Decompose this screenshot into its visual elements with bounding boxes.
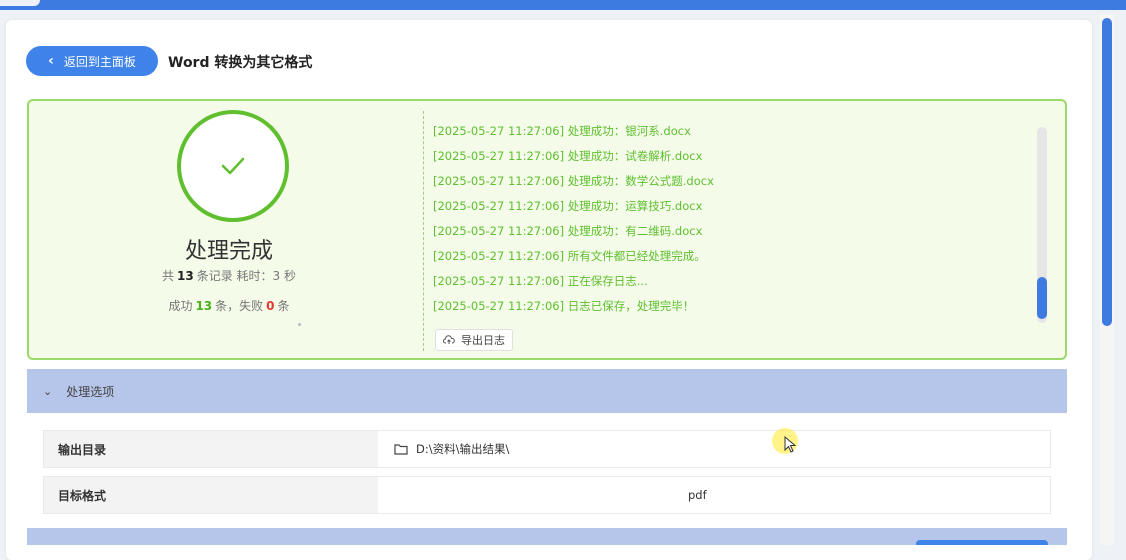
top-accent-bar (0, 0, 1126, 10)
options-body: 输出目录 D:\资料\输出结果\ 目标格式 pdf (27, 414, 1067, 530)
export-log-button[interactable]: 导出日志 (435, 329, 513, 351)
target-format-label: 目标格式 (44, 477, 378, 513)
back-to-dashboard-button[interactable]: ‹ 返回到主面板 (26, 46, 158, 76)
log-line: [2025-05-27 11:27:06] 处理成功：运算技巧.docx (433, 199, 703, 213)
target-format-value: pdf (688, 488, 707, 502)
chevron-left-icon: ‹ (48, 53, 54, 69)
page-title: Word 转换为其它格式 (168, 55, 313, 71)
failed-count: 0 (266, 299, 275, 313)
panel-divider (423, 111, 424, 351)
options-section-header[interactable]: ⌄ 处理选项 (27, 369, 1067, 413)
back-button-label: 返回到主面板 (63, 54, 136, 69)
target-format-select[interactable]: pdf (688, 477, 707, 513)
export-log-label: 导出日志 (461, 334, 505, 347)
log-line: [2025-05-27 11:27:06] 处理成功：试卷解析.docx (433, 149, 703, 163)
success-count: 13 (195, 299, 213, 313)
output-dir-row: 输出目录 D:\资料\输出结果\ (43, 430, 1051, 468)
stats-total: 共 13 条记录 耗时：3 秒 (162, 269, 296, 283)
target-format-row: 目标格式 pdf (43, 476, 1051, 514)
total-count: 13 (177, 269, 194, 283)
cloud-upload-icon (443, 335, 455, 344)
output-dir-field[interactable]: D:\资料\输出结果\ (394, 431, 509, 467)
options-header-label: 处理选项 (66, 384, 115, 399)
chevron-down-icon: ⌄ (43, 384, 53, 398)
log-scrollbar[interactable] (1037, 127, 1047, 323)
start-button[interactable] (916, 540, 1048, 545)
output-dir-label: 输出目录 (44, 431, 378, 467)
log-line: [2025-05-27 11:27:06] 日志已保存，处理完毕！ (433, 299, 695, 313)
bottom-section-header (27, 528, 1067, 545)
log-line: [2025-05-27 11:27:06] 处理成功：数学公式题.docx (433, 174, 714, 188)
log-line: [2025-05-27 11:27:06] 处理成功：银河系.docx (433, 124, 691, 138)
log-scrollbar-thumb[interactable] (1037, 277, 1047, 319)
output-dir-value: D:\资料\输出结果\ (416, 442, 510, 456)
log-line: [2025-05-27 11:27:06] 正在保存日志... (433, 274, 648, 288)
stats-success-fail: 成功 13 条，失败 0 条 (168, 299, 290, 313)
status-title: 处理完成 (184, 239, 273, 264)
mouse-cursor-icon (784, 436, 797, 453)
success-check-ring (177, 110, 289, 222)
page-scrollbar-thumb[interactable] (1102, 18, 1112, 326)
log-line: [2025-05-27 11:27:06] 处理成功：有二维码.docx (433, 224, 703, 238)
log-line: [2025-05-27 11:27:06] 所有文件都已经处理完成。 (433, 249, 706, 263)
result-panel: 处理完成 共 13 条记录 耗时：3 秒 成功 13 条，失败 0 条 [2025-05-2… (27, 99, 1067, 360)
folder-icon (394, 444, 408, 455)
log-list: [2025-05-27 11:27:06] 处理成功：银河系.docx [202… (433, 123, 1023, 323)
checkmark-icon (221, 157, 245, 175)
